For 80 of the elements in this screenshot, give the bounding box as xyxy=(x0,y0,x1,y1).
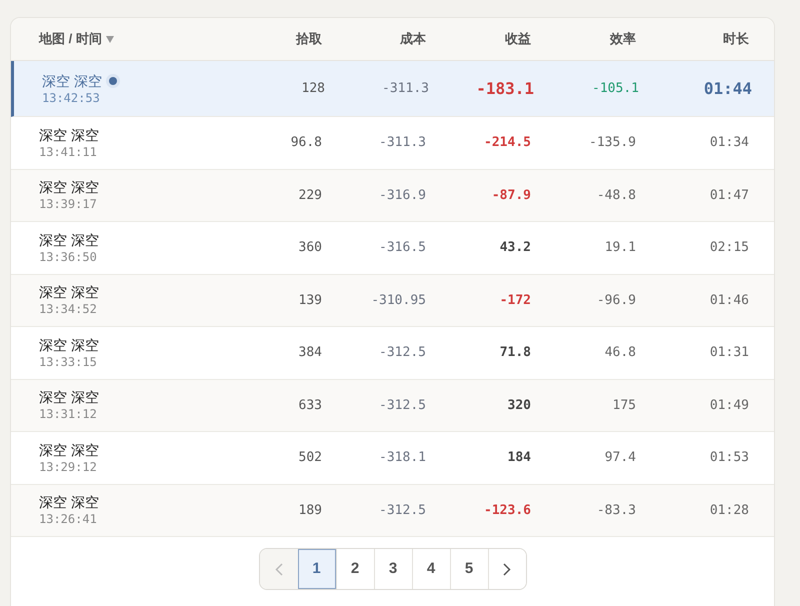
pickup-value: 633 xyxy=(298,396,322,414)
profit-value: -172 xyxy=(498,292,531,310)
page-button[interactable]: 1 xyxy=(298,549,336,589)
profit-value: 43.2 xyxy=(498,239,531,257)
table-row[interactable]: 深空 深空 13:26:41 189 -312.5 -123.6 -83.3 01:28 xyxy=(11,484,774,537)
profit-value: 320 xyxy=(506,396,531,414)
profit-value: 71.8 xyxy=(498,344,531,362)
map-name: 深空 深空 xyxy=(39,126,99,144)
profit-value: 184 xyxy=(506,449,531,467)
chevron-right-icon xyxy=(503,562,511,576)
pickup-value: 502 xyxy=(298,449,322,467)
column-header[interactable]: 地图 / 时间 xyxy=(39,29,114,49)
efficiency-value: 175 xyxy=(612,396,636,414)
run-time: 13:29:12 xyxy=(39,458,98,475)
map-name: 深空 深空 xyxy=(39,440,99,459)
duration-value: 01:34 xyxy=(708,134,749,152)
run-time: 13:39:17 xyxy=(39,196,98,212)
efficiency-value: -135.9 xyxy=(588,134,636,152)
column-header: 成本 xyxy=(400,30,426,48)
run-time: 13:33:15 xyxy=(39,354,98,370)
column-header: 收益 xyxy=(505,30,531,48)
cost-value: -312.5 xyxy=(378,344,426,362)
chevron-left-icon xyxy=(274,562,282,576)
cost-value: -316.5 xyxy=(378,239,426,257)
duration-value: 01:31 xyxy=(708,344,749,362)
duration-value: 01:53 xyxy=(708,449,749,467)
run-time: 13:31:12 xyxy=(39,406,98,422)
duration-value: 02:15 xyxy=(708,239,749,257)
pickup-value: 360 xyxy=(298,239,322,257)
pickup-value: 384 xyxy=(298,344,322,362)
profit-value: -123.6 xyxy=(483,502,531,520)
pickup-value: 96.8 xyxy=(290,134,322,152)
next-page-button[interactable] xyxy=(488,549,526,589)
map-name: 深空 深空 xyxy=(39,283,99,302)
column-header: 拾取 xyxy=(296,30,322,48)
efficiency-value: 46.8 xyxy=(604,344,636,362)
table-row[interactable]: 深空 深空 13:31:12 633 -312.5 320 175 01:49 xyxy=(11,380,774,432)
map-name: 深空 深空 xyxy=(39,493,99,512)
table-row[interactable]: 深空 深空 13:34:52 139 -310.95 -172 -96.9 01:46 xyxy=(11,274,774,327)
sort-caret-icon xyxy=(106,36,114,42)
cost-value: -311.3 xyxy=(381,80,429,98)
cost-value: -310.95 xyxy=(370,292,426,310)
duration-value: 01:28 xyxy=(708,502,749,520)
run-time: 13:42:53 xyxy=(42,90,101,106)
column-header: 效率 xyxy=(610,30,636,48)
run-time: 13:34:52 xyxy=(39,301,98,318)
pickup-value: 229 xyxy=(298,186,322,204)
cost-value: -312.5 xyxy=(378,502,426,520)
table-row[interactable]: 深空 深空 13:42:53 128 -311.3 -183.1 -105.1 01:44 xyxy=(11,61,774,117)
map-name: 深空 深空 xyxy=(39,388,99,406)
duration-value: 01:46 xyxy=(708,292,749,310)
pickup-value: 128 xyxy=(300,80,325,98)
profit-value: -87.9 xyxy=(490,186,531,204)
pickup-value: 189 xyxy=(298,502,322,520)
column-header: 时长 xyxy=(723,30,749,48)
map-name: 深空 深空 xyxy=(39,178,99,196)
map-name: 深空 深空 xyxy=(42,72,102,90)
map-name: 深空 深空 xyxy=(39,230,99,249)
efficiency-value: -96.9 xyxy=(596,292,636,310)
run-time: 13:41:11 xyxy=(39,144,98,160)
cost-value: -318.1 xyxy=(378,449,426,467)
profit-value: -214.5 xyxy=(483,134,531,152)
table-row[interactable]: 深空 深空 13:39:17 229 -316.9 -87.9 -48.8 01:47 xyxy=(11,170,774,222)
cost-value: -311.3 xyxy=(378,134,426,152)
profit-value: -183.1 xyxy=(475,78,534,100)
run-time: 13:36:50 xyxy=(39,248,98,265)
duration-value: 01:47 xyxy=(708,186,749,204)
active-dot-icon xyxy=(106,74,120,88)
pickup-value: 139 xyxy=(298,292,322,310)
cost-value: -312.5 xyxy=(378,396,426,414)
efficiency-value: -105.1 xyxy=(591,80,639,98)
duration-value: 01:44 xyxy=(702,78,752,100)
map-name: 深空 深空 xyxy=(39,336,99,354)
run-time: 13:26:41 xyxy=(39,511,98,528)
duration-value: 01:49 xyxy=(708,396,749,414)
efficiency-value: -48.8 xyxy=(596,186,636,204)
cost-value: -316.9 xyxy=(378,186,426,204)
efficiency-value: -83.3 xyxy=(596,502,636,520)
efficiency-value: 19.1 xyxy=(604,239,636,257)
efficiency-value: 97.4 xyxy=(604,449,636,467)
